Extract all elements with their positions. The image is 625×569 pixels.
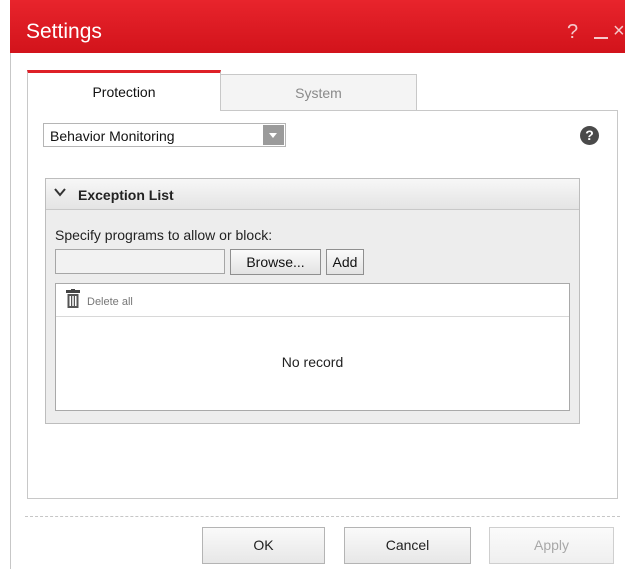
tab-protection[interactable]: Protection: [27, 70, 221, 111]
footer-divider: [25, 516, 620, 517]
dropdown-arrow[interactable]: [263, 125, 284, 145]
help-icon[interactable]: ?: [580, 126, 599, 145]
apply-button[interactable]: Apply: [489, 527, 614, 564]
exception-list-title: Exception List: [78, 187, 174, 203]
title-bar: Settings ? ×: [10, 0, 625, 53]
close-button[interactable]: ×: [613, 20, 625, 42]
delete-all-label: Delete all: [87, 296, 133, 308]
window-title: Settings: [26, 20, 102, 43]
records-toolbar: Delete all: [56, 284, 569, 317]
exception-list-panel: Exception List Specify programs to allow…: [45, 178, 580, 424]
feature-select[interactable]: Behavior Monitoring: [43, 123, 286, 147]
cancel-button[interactable]: Cancel: [344, 527, 471, 564]
feature-select-value: Behavior Monitoring: [50, 128, 175, 144]
trash-icon: [66, 289, 80, 308]
specify-programs-label: Specify programs to allow or block:: [55, 227, 273, 243]
add-button[interactable]: Add: [326, 249, 364, 275]
ok-button[interactable]: OK: [202, 527, 325, 564]
program-path-input[interactable]: [55, 249, 225, 274]
chevron-down-icon: [269, 133, 277, 138]
browse-button[interactable]: Browse...: [230, 249, 321, 275]
exception-records-table: Delete all No record: [55, 283, 570, 411]
chevron-down-icon: [54, 188, 66, 197]
tab-system[interactable]: System: [220, 74, 417, 111]
exception-list-header[interactable]: Exception List: [46, 179, 579, 210]
minimize-button[interactable]: [594, 37, 608, 39]
help-button[interactable]: ?: [567, 21, 578, 43]
empty-message: No record: [281, 354, 344, 370]
